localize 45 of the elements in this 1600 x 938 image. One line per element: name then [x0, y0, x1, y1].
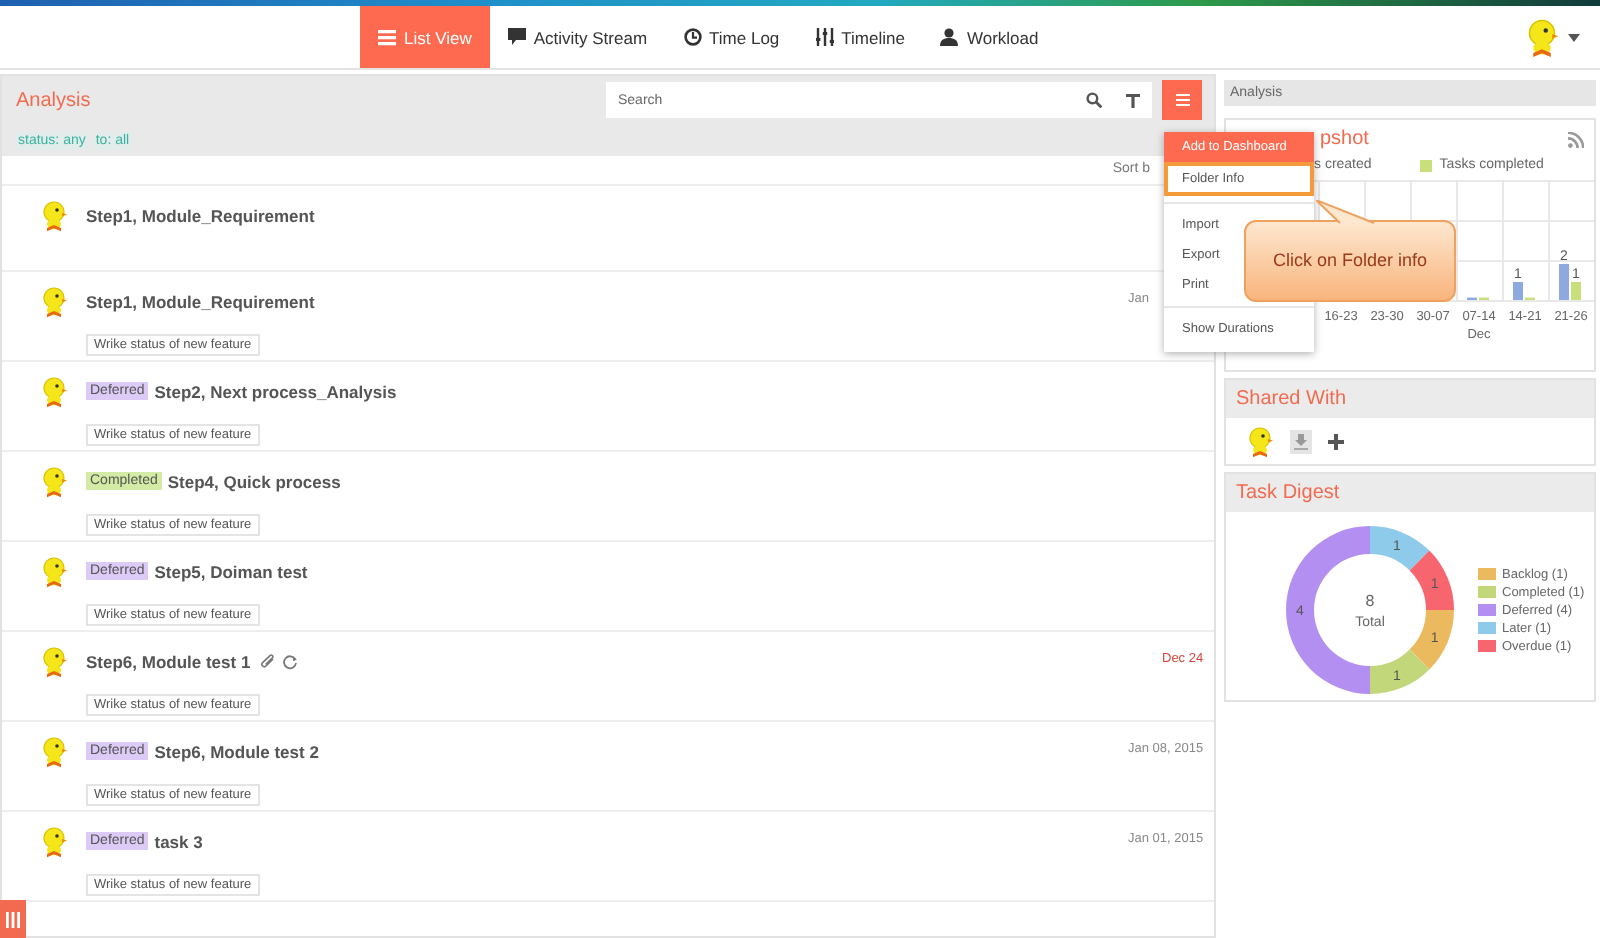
task-title[interactable]: Step1, Module_Requirement — [86, 205, 315, 225]
total-value: 8 — [1365, 592, 1375, 610]
task-title[interactable]: Step6, Module test 1 — [86, 651, 251, 671]
filter-button[interactable] — [1112, 82, 1152, 118]
menu-button[interactable] — [1162, 80, 1202, 120]
task-title[interactable]: Step4, Quick process — [167, 471, 341, 491]
nav-tab[interactable]: Workload — [922, 6, 1057, 68]
donut-slice — [1409, 550, 1454, 610]
filter-icon — [1125, 93, 1139, 107]
card-title: pshot — [1320, 128, 1369, 150]
task-title[interactable]: task 3 — [154, 831, 203, 851]
chick-icon — [1524, 17, 1560, 57]
chick-icon — [40, 200, 68, 232]
document-icon — [1290, 430, 1312, 454]
chick-icon — [40, 286, 68, 318]
columns-icon — [6, 911, 20, 927]
menu-icon — [1175, 94, 1189, 106]
task-title[interactable]: Step1, Module_Requirement — [86, 291, 315, 311]
nav-tab[interactable]: Timeline — [797, 6, 923, 68]
caret-icon — [1568, 33, 1580, 41]
nav-tab[interactable]: Time Log — [665, 6, 798, 68]
clock-icon — [683, 28, 702, 46]
task-title[interactable]: Step6, Module test 2 — [154, 741, 319, 761]
legend-swatch — [1419, 159, 1432, 171]
chick-icon — [40, 646, 68, 678]
comment-icon — [507, 28, 526, 46]
card-title: Shared With — [1236, 388, 1347, 410]
task-title[interactable]: Step2, Next process_Analysis — [154, 381, 397, 401]
sliders-icon — [815, 28, 834, 46]
card-title: Task Digest — [1236, 482, 1340, 504]
chick-icon — [1246, 426, 1274, 458]
chick-icon — [40, 376, 68, 408]
panel-toggle-button[interactable] — [0, 900, 26, 938]
chick-icon — [40, 556, 68, 588]
donut-slice — [1409, 610, 1454, 670]
folder-title: Analysis — [16, 89, 93, 111]
chick-icon — [40, 736, 68, 768]
chick-icon — [40, 826, 68, 858]
task-title[interactable]: Step5, Doiman test — [154, 561, 308, 581]
rss-icon — [1568, 131, 1584, 147]
chick-icon — [40, 466, 68, 498]
nav-tab[interactable]: Activity Stream — [489, 6, 666, 68]
person-icon — [940, 28, 959, 46]
plus-icon — [1328, 434, 1344, 450]
list-icon — [378, 28, 396, 46]
